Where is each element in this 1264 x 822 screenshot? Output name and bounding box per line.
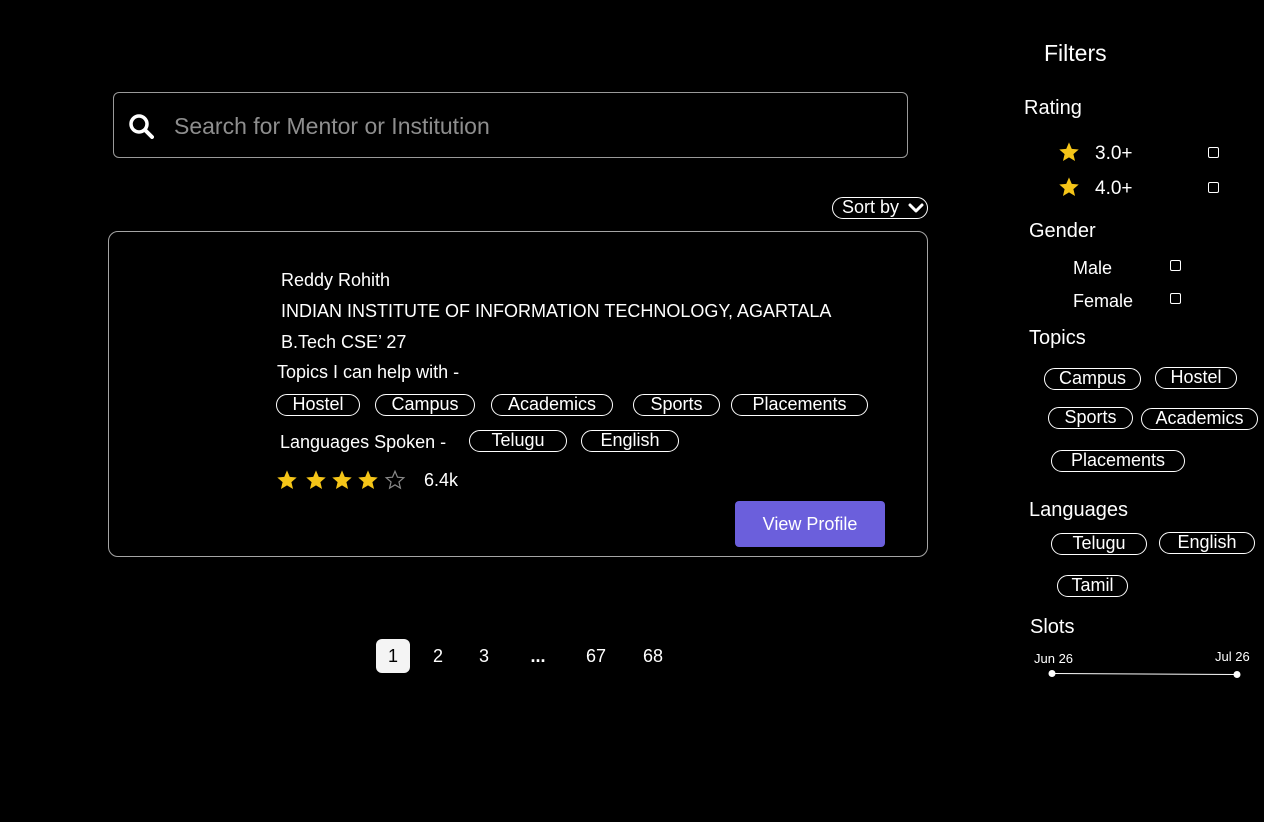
languages-filter-label: Languages xyxy=(1029,499,1128,521)
mentor-institution: INDIAN INSTITUTE OF INFORMATION TECHNOLO… xyxy=(281,301,832,321)
gender-female-checkbox[interactable] xyxy=(1170,293,1181,304)
mentor-degree: B.Tech CSE’ 27 xyxy=(281,332,407,352)
topic-filter-chip[interactable]: Academics xyxy=(1141,408,1258,430)
sort-by-label: Sort by xyxy=(842,197,900,217)
topic-filter-chip[interactable]: Campus xyxy=(1044,368,1141,390)
topic-chip: Hostel xyxy=(276,394,360,416)
page-button-67[interactable]: 67 xyxy=(579,639,613,673)
page-button-1[interactable]: 1 xyxy=(376,639,410,673)
star-filled-icon xyxy=(1059,177,1079,196)
page-ellipsis: ... xyxy=(530,646,546,666)
gender-option-label: Male xyxy=(1073,258,1113,278)
sort-by-dropdown[interactable]: Sort by xyxy=(832,197,928,219)
topics-filter-label: Topics xyxy=(1029,327,1086,349)
rating-filter-label: Rating xyxy=(1024,97,1082,119)
star-empty-icon xyxy=(384,469,406,490)
rating-option-label: 3.0+ xyxy=(1095,143,1133,164)
slot-end-label: Jul 26 xyxy=(1215,649,1250,664)
language-filter-chip[interactable]: Tamil xyxy=(1057,575,1128,597)
rating-3-checkbox[interactable] xyxy=(1208,147,1219,158)
chevron-down-icon xyxy=(908,203,924,213)
topic-chip: Academics xyxy=(491,394,613,416)
topic-filter-chip[interactable]: Placements xyxy=(1051,450,1185,472)
star-filled-icon xyxy=(1059,142,1079,161)
topic-chip: Placements xyxy=(731,394,868,416)
filters-title: Filters xyxy=(1044,40,1107,66)
slider-end-handle[interactable] xyxy=(1233,671,1241,678)
star-filled-icon xyxy=(277,470,297,489)
topics-label: Topics I can help with - xyxy=(277,362,460,382)
gender-male-checkbox[interactable] xyxy=(1170,260,1181,271)
rating-option-label: 4.0+ xyxy=(1095,178,1133,199)
search-bar xyxy=(113,92,908,159)
language-chip: English xyxy=(581,430,679,452)
language-filter-chip[interactable]: Telugu xyxy=(1051,533,1147,555)
topic-filter-chip[interactable]: Hostel xyxy=(1155,367,1237,389)
mentor-name: Reddy Rohith xyxy=(281,270,391,290)
language-filter-chip[interactable]: English xyxy=(1159,532,1255,554)
star-filled-icon xyxy=(332,470,352,489)
page-button-2[interactable]: 2 xyxy=(421,639,455,673)
slot-start-label: Jun 26 xyxy=(1034,651,1074,666)
gender-option-label: Female xyxy=(1073,291,1134,311)
gender-filter-label: Gender xyxy=(1029,220,1096,242)
review-count: 6.4k xyxy=(424,470,459,490)
slots-filter-label: Slots xyxy=(1030,616,1075,638)
page-button-3[interactable]: 3 xyxy=(467,639,501,673)
language-chip: Telugu xyxy=(469,430,567,452)
topic-chip: Sports xyxy=(633,394,720,416)
slider-start-handle[interactable] xyxy=(1048,670,1056,677)
languages-label: Languages Spoken - xyxy=(280,432,447,452)
topic-chip: Campus xyxy=(375,394,475,416)
search-icon[interactable] xyxy=(128,113,154,139)
star-filled-icon xyxy=(306,470,326,489)
star-filled-icon xyxy=(358,470,378,489)
topic-filter-chip[interactable]: Sports xyxy=(1048,407,1133,429)
rating-4-checkbox[interactable] xyxy=(1208,182,1219,193)
view-profile-button[interactable]: View Profile xyxy=(735,501,885,547)
search-input[interactable] xyxy=(172,93,876,159)
slots-range-slider[interactable] xyxy=(1046,668,1244,680)
page-button-68[interactable]: 68 xyxy=(636,639,670,673)
